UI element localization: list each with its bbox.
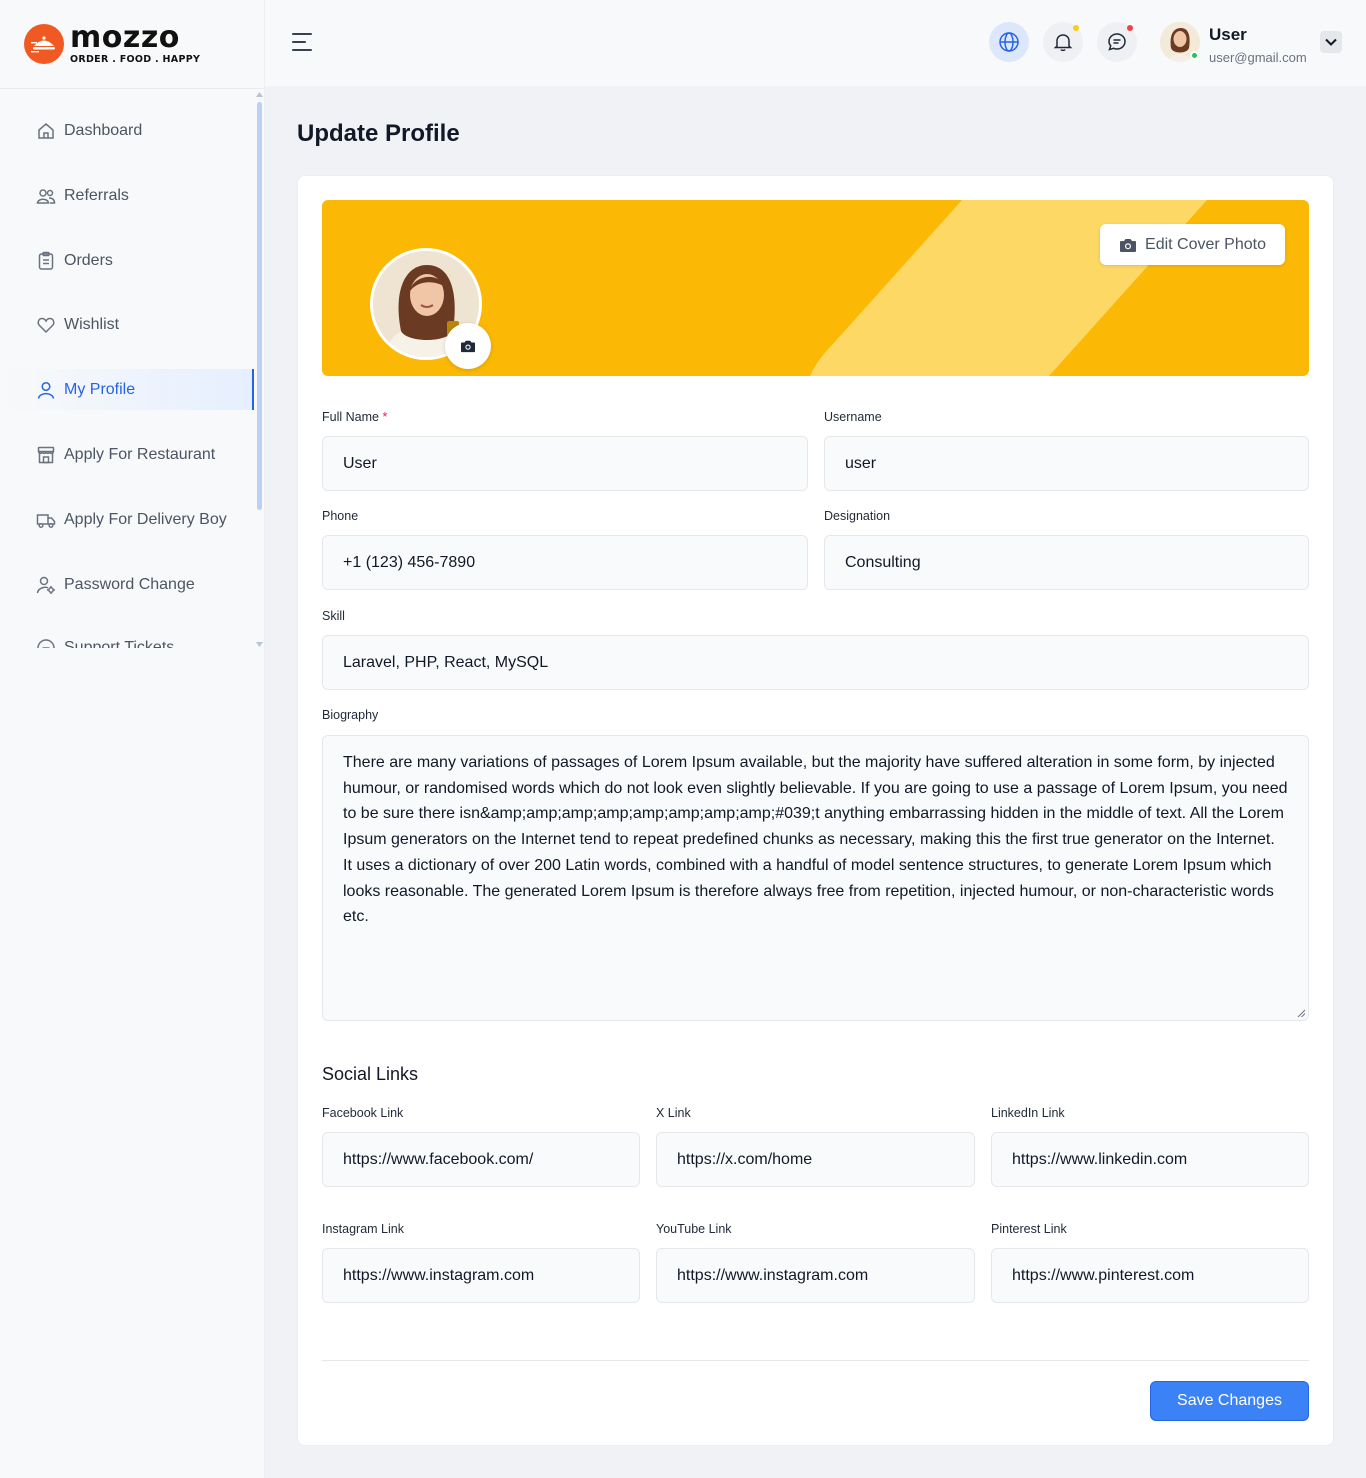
youtube-input[interactable]: https://www.instagram.com <box>656 1248 975 1303</box>
facebook-label: Facebook Link <box>322 1106 404 1120</box>
linkedin-label: LinkedIn Link <box>991 1106 1065 1120</box>
sidebar-item-dashboard[interactable]: Dashboard <box>0 110 254 151</box>
logo-icon <box>24 24 64 64</box>
support-icon <box>37 638 55 648</box>
truck-icon <box>36 513 56 528</box>
instagram-input[interactable]: https://www.instagram.com <box>322 1248 640 1303</box>
full-name-label: Full Name * <box>322 410 387 424</box>
username-label: Username <box>824 410 882 424</box>
camera-icon <box>461 340 475 353</box>
pinterest-label: Pinterest Link <box>991 1222 1067 1236</box>
footer-divider <box>322 1360 1309 1361</box>
pinterest-input[interactable]: https://www.pinterest.com <box>991 1248 1309 1303</box>
globe-icon <box>999 32 1019 52</box>
user-name: User <box>1209 25 1247 44</box>
biography-text: There are many variations of passages of… <box>343 754 1288 926</box>
profile-card: Edit Cover Photo Full Name * User Userna… <box>297 175 1334 1446</box>
sidebar-item-apply-restaurant[interactable]: Apply For Restaurant <box>0 434 254 475</box>
biography-textarea[interactable]: There are many variations of passages of… <box>322 735 1309 1021</box>
sidebar-item-label: Wishlist <box>64 315 120 333</box>
sidebar-item-password-change[interactable]: Password Change <box>0 564 254 605</box>
full-name-label-text: Full Name <box>322 410 379 424</box>
topbar: User user@gmail.com <box>265 0 1366 86</box>
sidebar-item-label: Apply For Delivery Boy <box>64 510 227 528</box>
sidebar-item-my-profile[interactable]: My Profile <box>0 369 254 410</box>
designation-input[interactable]: Consulting <box>824 535 1309 590</box>
designation-label: Designation <box>824 509 891 523</box>
page-title: Update Profile <box>297 120 460 147</box>
skill-input[interactable]: Laravel, PHP, React, MySQL <box>322 635 1309 690</box>
sidebar-item-label: Password Change <box>64 575 195 593</box>
brand-logo[interactable]: mozzo ORDER . FOOD . HAPPY <box>0 0 264 89</box>
edit-cover-photo-button[interactable]: Edit Cover Photo <box>1100 224 1285 265</box>
chat-icon <box>1108 33 1126 51</box>
messages-button[interactable] <box>1097 22 1137 62</box>
x-input[interactable]: https://x.com/home <box>656 1132 975 1187</box>
sidebar-item-orders[interactable]: Orders <box>0 240 254 281</box>
sidebar-item-label: Support Tickets <box>64 638 175 649</box>
linkedin-input[interactable]: https://www.linkedin.com <box>991 1132 1309 1187</box>
user-gear-icon <box>36 576 55 594</box>
phone-input[interactable]: +1 (123) 456-7890 <box>322 535 808 590</box>
clipboard-icon <box>38 251 54 270</box>
full-name-input[interactable]: User <box>322 436 808 491</box>
brand-tagline: ORDER . FOOD . HAPPY <box>70 54 201 66</box>
scroll-up-icon[interactable] <box>256 92 263 97</box>
notification-dot <box>1073 25 1079 31</box>
sidebar: mozzo ORDER . FOOD . HAPPY Dashboard Ref… <box>0 0 265 1478</box>
camera-icon <box>1120 238 1137 252</box>
sidebar-item-label: Referrals <box>64 186 129 204</box>
brand-name: mozzo <box>70 20 180 56</box>
youtube-label: YouTube Link <box>656 1222 732 1236</box>
username-input[interactable]: user <box>824 436 1309 491</box>
sidebar-scrollbar[interactable] <box>257 102 262 510</box>
sidebar-item-apply-delivery[interactable]: Apply For Delivery Boy <box>0 499 254 540</box>
bell-icon <box>1053 34 1073 52</box>
store-icon <box>37 446 55 463</box>
scroll-down-icon[interactable] <box>256 642 263 647</box>
required-mark: * <box>382 410 388 424</box>
sidebar-item-support-tickets[interactable]: Support Tickets <box>0 627 254 648</box>
change-profile-photo-button[interactable] <box>445 323 491 369</box>
sidebar-item-wishlist[interactable]: Wishlist <box>0 304 254 345</box>
phone-label: Phone <box>322 509 359 523</box>
sidebar-item-label: Dashboard <box>64 121 143 139</box>
user-icon <box>37 381 55 399</box>
x-label: X Link <box>656 1106 691 1120</box>
home-icon <box>38 122 54 139</box>
notifications-button[interactable] <box>1043 22 1083 62</box>
users-icon <box>36 188 56 204</box>
social-links-title: Social Links <box>322 1064 419 1084</box>
chevron-down-icon <box>1325 38 1337 46</box>
user-email: user@gmail.com <box>1209 50 1307 65</box>
sidebar-nav: Dashboard Referrals Orders Wishlist My P… <box>0 90 265 648</box>
sidebar-item-referrals[interactable]: Referrals <box>0 175 254 216</box>
instagram-label: Instagram Link <box>322 1222 404 1236</box>
sidebar-item-label: My Profile <box>64 380 136 398</box>
language-button[interactable] <box>989 22 1029 62</box>
online-status-dot <box>1190 51 1199 60</box>
cover-photo: Edit Cover Photo <box>322 200 1309 376</box>
skill-label: Skill <box>322 609 345 623</box>
sidebar-item-label: Orders <box>64 251 113 269</box>
sidebar-item-label: Apply For Restaurant <box>64 445 216 463</box>
heart-icon <box>37 317 55 333</box>
facebook-input[interactable]: https://www.facebook.com/ <box>322 1132 640 1187</box>
message-dot <box>1127 25 1133 31</box>
resize-handle-icon[interactable] <box>1297 1009 1305 1017</box>
edit-cover-photo-label: Edit Cover Photo <box>1145 235 1266 253</box>
biography-label: Biography <box>322 708 379 722</box>
user-menu-toggle[interactable] <box>1320 31 1342 53</box>
save-changes-button[interactable]: Save Changes <box>1150 1381 1309 1421</box>
menu-toggle-icon[interactable] <box>292 32 314 52</box>
